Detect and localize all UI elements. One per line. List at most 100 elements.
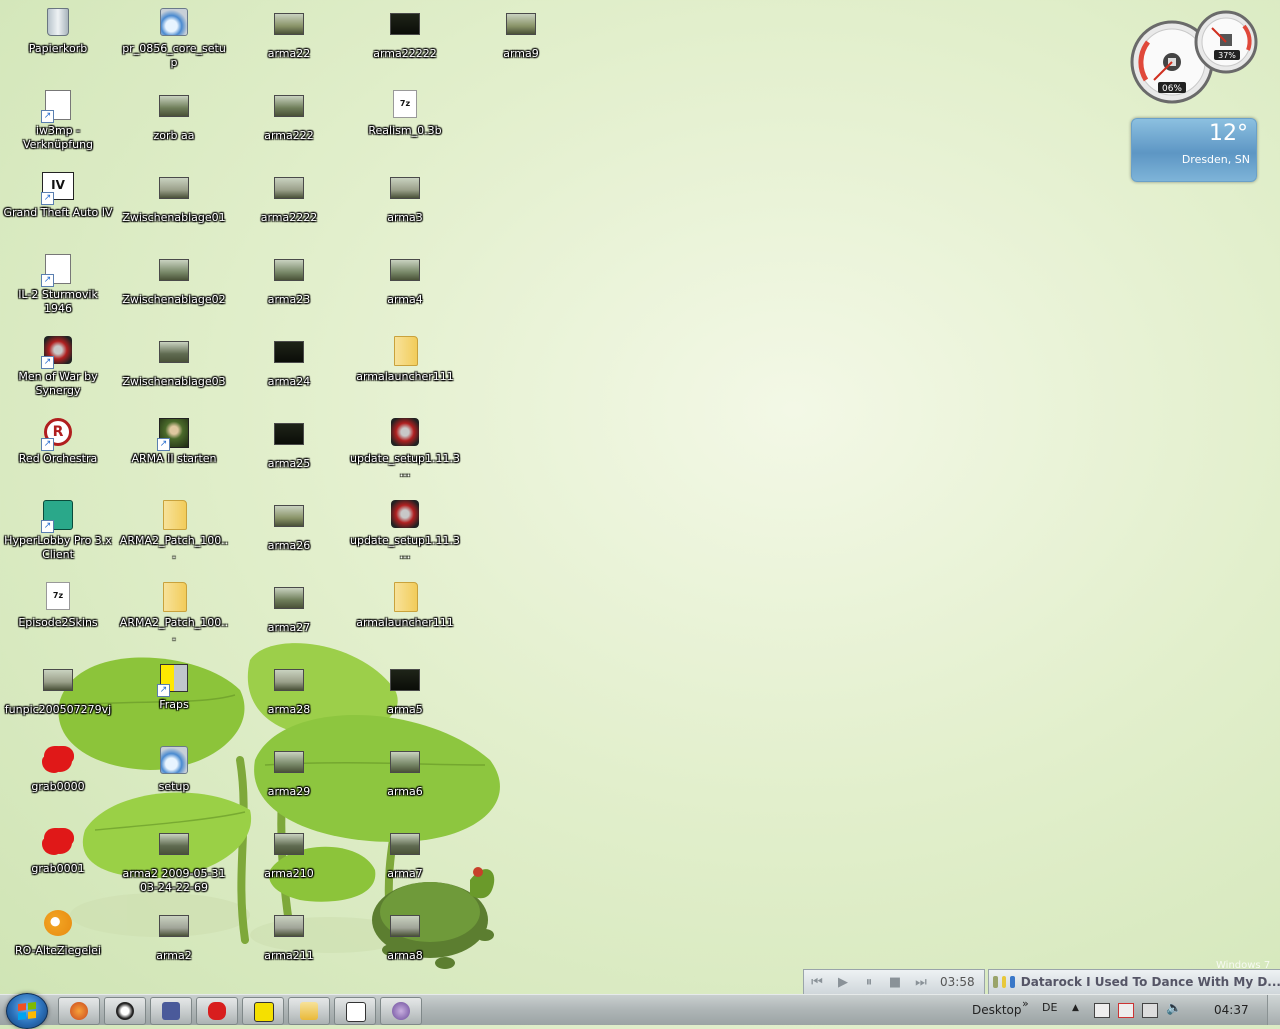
desktop-icon[interactable]: ↗ Fraps — [117, 660, 231, 712]
desktop-icon[interactable]: arma27 — [232, 578, 346, 635]
plus-icon[interactable] — [1001, 976, 1007, 988]
desktop-icon[interactable]: pr_0856_core_setup — [117, 4, 231, 70]
desktop-icon[interactable]: R ↗ Red Orchestra — [1, 414, 115, 466]
play-icon[interactable]: ▶ — [830, 975, 856, 990]
media-player-toolbar: ⏮ ▶ ⏸ ■ ⏭ 03:58 — [803, 969, 985, 995]
tray-app-icon[interactable] — [1094, 1003, 1110, 1018]
desktop-icon-label: Zwischenablage02 — [122, 293, 226, 306]
red-splat-icon — [42, 746, 74, 778]
desktop-icon[interactable]: grab0000 — [1, 742, 115, 794]
desktop-icon[interactable]: ↗ IL-2 Sturmovik 1946 — [1, 250, 115, 316]
folder-icon — [300, 1002, 318, 1020]
desktop-icon-label: Fraps — [159, 698, 189, 711]
desktop-icon[interactable]: arma22 — [232, 4, 346, 61]
desktop-icon[interactable]: arma22222 — [348, 4, 462, 61]
desktop-icon[interactable]: arma25 — [232, 414, 346, 471]
desktop-icon-label: RO-AlteZiegelei — [15, 944, 101, 957]
desktop-icon-label: update_setup1.11.3... — [350, 452, 461, 479]
desktop-icon[interactable]: IV ↗ Grand Theft Auto IV — [1, 168, 115, 220]
taskbar-button-firefox[interactable] — [58, 997, 100, 1025]
cpu-meter-gadget[interactable]: 06% 37% — [1128, 6, 1258, 106]
desktop-icon-label: HyperLobby Pro 3.x Client — [4, 534, 112, 561]
desktop-icon[interactable]: arma2 2009-05-31 03-24-22-69 — [117, 824, 231, 895]
desktop-icon[interactable]: arma2222 — [232, 168, 346, 225]
folder-icon — [158, 582, 190, 614]
desktop-icon-label: ARMA II starten — [131, 452, 217, 465]
volume-icon[interactable]: 🔈 — [1166, 1001, 1182, 1016]
desktop-icon[interactable]: armalauncher111 — [348, 578, 462, 630]
desktop-icon[interactable]: arma222 — [232, 86, 346, 143]
stop-icon[interactable]: ■ — [882, 975, 908, 990]
desktop-icon[interactable]: ↗ HyperLobby Pro 3.x Client — [1, 496, 115, 562]
image-thumbnail-icon — [273, 833, 305, 865]
now-playing-bar[interactable]: Datarock I Used To Dance With My D... — [988, 969, 1280, 995]
desktop-icon[interactable]: arma9 — [464, 4, 578, 61]
desktop-icon[interactable]: ↗ iw3mp - Verknüpfung — [1, 86, 115, 152]
desktop-icon[interactable]: arma2 — [117, 906, 231, 963]
desktop-icon[interactable]: funpic200507279vj — [1, 660, 115, 717]
desktop-icon[interactable]: Zwischenablage02 — [117, 250, 231, 307]
desktop-icon[interactable]: arma28 — [232, 660, 346, 717]
desktop-icon[interactable]: grab0001 — [1, 824, 115, 876]
image-thumbnail-icon — [273, 423, 305, 455]
shortcut-arrow-icon: ↗ — [41, 356, 54, 369]
desktop-icon-label: arma5 — [387, 703, 423, 716]
pause-icon[interactable]: ⏸ — [856, 975, 882, 990]
desktop-icon[interactable]: arma29 — [232, 742, 346, 799]
image-thumbnail-icon — [158, 341, 190, 373]
desktop-icon-label: armalauncher111 — [356, 370, 454, 383]
desktop-icon[interactable]: zorb aa — [117, 86, 231, 143]
network-icon[interactable] — [1142, 1003, 1158, 1018]
desktop-icon[interactable]: ↗ Men of War by Synergy — [1, 332, 115, 398]
desktop-icon[interactable]: Zwischenablage03 — [117, 332, 231, 389]
recycle-bin-icon — [42, 8, 74, 40]
desktop-icon[interactable]: ARMA2_Patch_100... — [117, 496, 231, 562]
desktop-icon-label: armalauncher111 — [356, 616, 454, 629]
desktop-icon[interactable]: update_setup1.11.3... — [348, 496, 462, 562]
desktop-icon[interactable]: Papierkorb — [1, 4, 115, 56]
desktop-icon[interactable]: 7z Episode2Skins — [1, 578, 115, 630]
action-center-icon[interactable] — [1118, 1003, 1134, 1018]
chevron-right-icon[interactable]: » — [1022, 997, 1029, 1010]
taskbar-button-teamspeak[interactable] — [150, 997, 192, 1025]
desktop-icon[interactable]: arma211 — [232, 906, 346, 963]
desktop-icon[interactable]: 7z Realism_0.3b — [348, 86, 462, 138]
desktop-icon[interactable]: arma210 — [232, 824, 346, 881]
previous-track-icon[interactable]: ⏮ — [804, 975, 830, 990]
desktop-icon-label: pr_0856_core_setup — [122, 42, 226, 69]
desktop-icon-label: arma2222 — [260, 211, 318, 224]
desktop-icon[interactable]: arma26 — [232, 496, 346, 553]
taskbar-button-penguin[interactable] — [104, 997, 146, 1025]
desktop-icon[interactable]: armalauncher111 — [348, 332, 462, 384]
desktop-icon[interactable]: Zwischenablage01 — [117, 168, 231, 225]
desktop-icon[interactable]: RO-AlteZiegelei — [1, 906, 115, 958]
taskbar-button-fraps[interactable] — [242, 997, 284, 1025]
info-icon[interactable] — [1010, 976, 1015, 988]
desktop-icon[interactable]: ↗ ARMA II starten — [117, 414, 231, 466]
desktop-icon[interactable]: arma6 — [348, 742, 462, 799]
clock[interactable]: 04:37 — [1214, 1003, 1249, 1017]
desktop-icon[interactable]: arma4 — [348, 250, 462, 307]
desktop-icon[interactable]: ARMA2_Patch_100... — [117, 578, 231, 644]
desktop-toolbar-label[interactable]: Desktop — [972, 1003, 1022, 1017]
taskbar-button-console[interactable] — [334, 997, 376, 1025]
show-hidden-icons-icon[interactable]: ▲ — [1072, 1003, 1079, 1013]
show-desktop-button[interactable] — [1267, 995, 1280, 1025]
fraps-icon — [254, 1002, 274, 1022]
desktop-icon[interactable]: setup — [117, 742, 231, 794]
taskbar-button-explorer[interactable] — [288, 997, 330, 1025]
weather-gadget[interactable]: 12° Dresden, SN — [1131, 118, 1257, 182]
taskbar-button-ventrilo[interactable] — [380, 997, 422, 1025]
desktop-icon[interactable]: arma3 — [348, 168, 462, 225]
desktop-icon[interactable]: arma7 — [348, 824, 462, 881]
taskbar-button-splat[interactable] — [196, 997, 238, 1025]
desktop-icon[interactable]: arma8 — [348, 906, 462, 963]
desktop-icon[interactable]: arma5 — [348, 660, 462, 717]
image-thumbnail-icon — [389, 833, 421, 865]
desktop-icon-label: grab0001 — [31, 862, 85, 875]
next-track-icon[interactable]: ⏭ — [908, 975, 934, 990]
desktop-icon[interactable]: arma24 — [232, 332, 346, 389]
language-indicator[interactable]: DE — [1042, 1001, 1057, 1014]
desktop-icon[interactable]: arma23 — [232, 250, 346, 307]
desktop-icon[interactable]: update_setup1.11.3... — [348, 414, 462, 480]
